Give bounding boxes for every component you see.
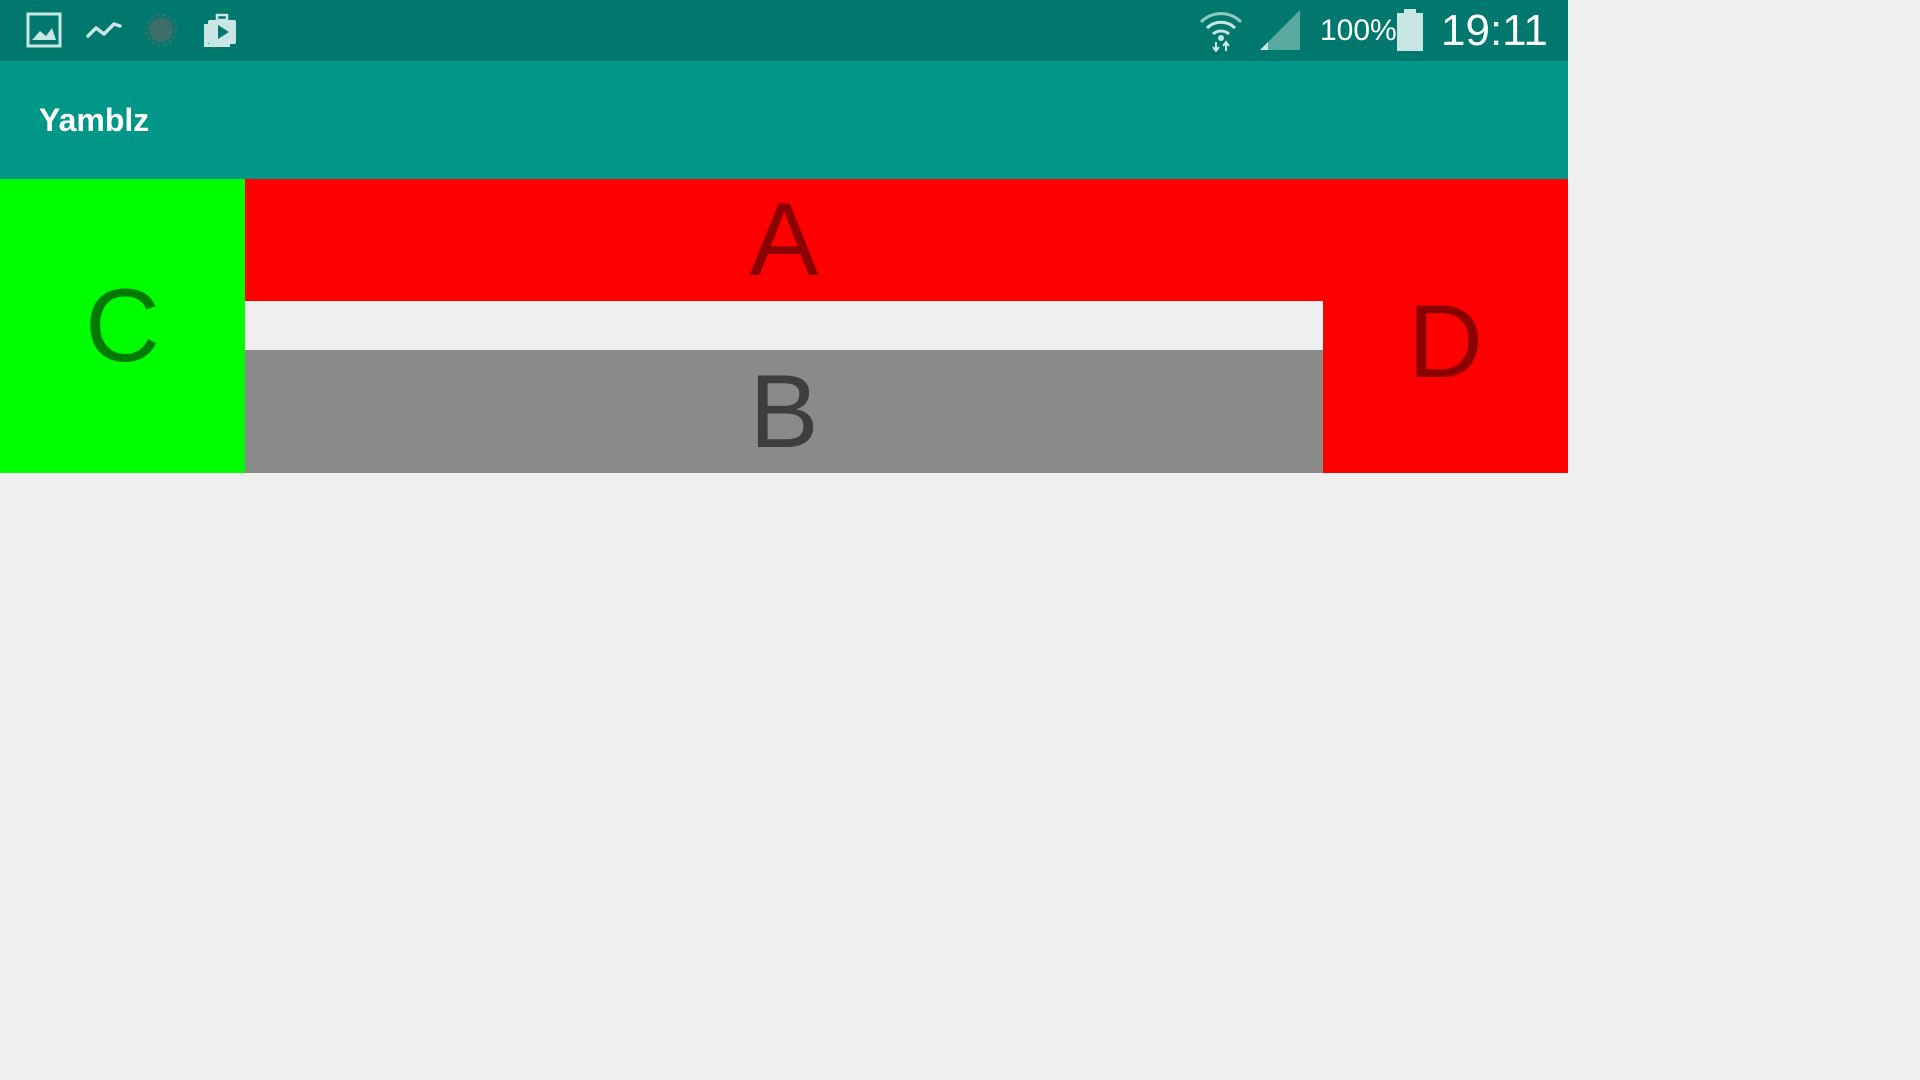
block-d: D	[1323, 290, 1568, 473]
battery-percent: 100%	[1320, 14, 1397, 47]
app-title: Yamblz	[39, 102, 150, 138]
battery-icon	[1397, 9, 1423, 51]
block-b-label: B	[749, 353, 819, 470]
signal-icon	[1260, 10, 1300, 50]
block-d-label: D	[1407, 284, 1484, 400]
block-c-label: C	[84, 268, 161, 384]
block-a-label: A	[749, 182, 819, 298]
media-play-icon	[204, 13, 236, 47]
clock: 19:11	[1441, 6, 1548, 55]
activity-chart-icon	[86, 22, 122, 38]
settings-dot-icon	[145, 14, 177, 46]
gallery-icon	[26, 12, 62, 48]
block-a: A	[245, 179, 1568, 301]
status-bar: 100% 19:11	[0, 0, 1568, 61]
app-bar: Yamblz	[0, 61, 1568, 179]
block-c: C	[0, 179, 245, 473]
block-b: B	[245, 350, 1323, 473]
wifi-icon	[1199, 12, 1243, 52]
